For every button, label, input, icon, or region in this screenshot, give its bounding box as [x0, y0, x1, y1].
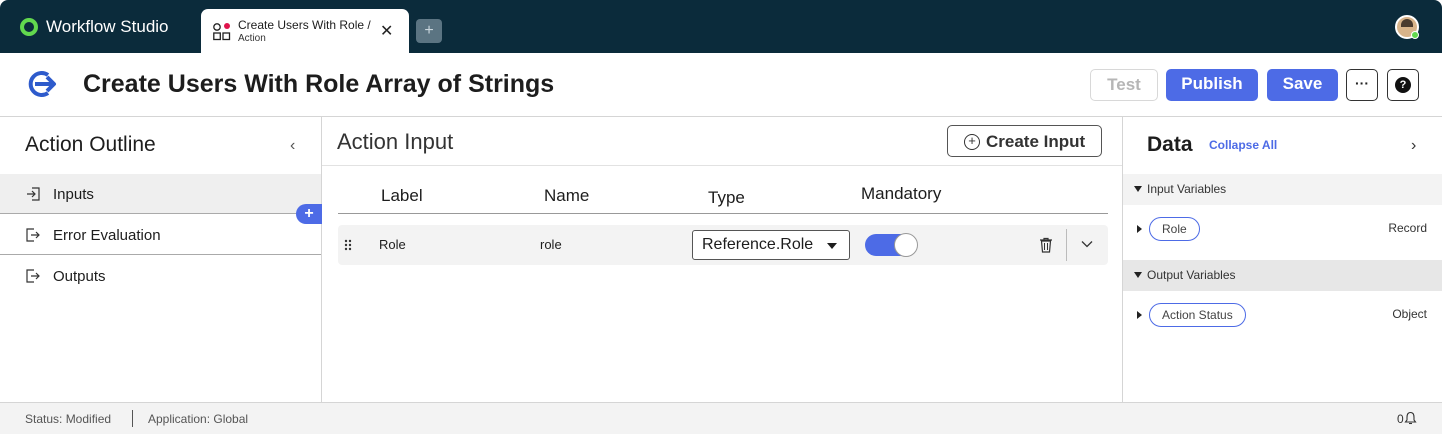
- divider: [322, 165, 1122, 166]
- tab-action[interactable]: Create Users With Role / Action ✕: [201, 9, 409, 53]
- column-header-name: Name: [544, 186, 590, 205]
- drag-handle-icon[interactable]: [344, 239, 352, 251]
- action-shapes-icon: [213, 23, 231, 41]
- help-button[interactable]: ?: [1387, 69, 1419, 101]
- column-header-label: Label: [381, 186, 423, 205]
- section-label: Input Variables: [1147, 182, 1227, 196]
- status-text: Status: Modified: [25, 412, 112, 426]
- close-icon[interactable]: ✕: [380, 21, 393, 41]
- table-row: Role role Reference.Role: [338, 225, 1108, 265]
- notification-count: 0: [1397, 412, 1404, 426]
- action-outline-panel: Action Outline ‹ Inputs Error Evaluation…: [0, 117, 322, 402]
- type-select-value: Reference.Role: [702, 236, 814, 253]
- variable-type: Object: [1392, 307, 1427, 321]
- variable-pill[interactable]: Role: [1149, 217, 1200, 241]
- page-header: Create Users With Role Array of Strings …: [0, 53, 1442, 117]
- top-bar: Workflow Studio Create Users With Role /…: [0, 0, 1442, 53]
- outline-item-inputs[interactable]: Inputs: [0, 174, 321, 214]
- save-button[interactable]: Save: [1267, 69, 1338, 101]
- add-step-button[interactable]: +: [296, 204, 322, 224]
- row-label: Role: [379, 237, 406, 252]
- data-title: Data: [1147, 133, 1193, 156]
- brand[interactable]: Workflow Studio: [20, 17, 169, 37]
- divider: [1066, 229, 1067, 261]
- action-input-panel: Action Input + Create Input Label Name T…: [322, 117, 1122, 402]
- application-text: Application: Global: [148, 412, 249, 426]
- outline-item-label: Inputs: [53, 186, 94, 203]
- type-select[interactable]: Reference.Role: [692, 230, 850, 260]
- variable-row[interactable]: Role Record: [1123, 215, 1442, 245]
- section-label: Output Variables: [1147, 268, 1236, 282]
- output-arrow-icon: [26, 228, 40, 242]
- more-options-button[interactable]: ···: [1346, 69, 1378, 101]
- collapse-all-link[interactable]: Collapse All: [1209, 138, 1277, 152]
- divider: [132, 410, 133, 427]
- brand-name: Workflow Studio: [46, 17, 169, 36]
- column-header-mandatory: Mandatory: [861, 184, 942, 203]
- chevron-down-icon[interactable]: [1081, 239, 1093, 249]
- output-variables-section[interactable]: Output Variables: [1123, 260, 1442, 291]
- action-arrow-icon: [28, 71, 56, 97]
- status-bar: Status: Modified Application: Global 0: [0, 402, 1442, 434]
- column-header-type: Type: [708, 188, 745, 207]
- tab-subtitle: Action: [238, 33, 266, 44]
- tab-title: Create Users With Role /: [238, 18, 371, 32]
- input-arrow-icon: [27, 187, 40, 201]
- toggle-knob: [894, 233, 918, 257]
- outline-item-outputs[interactable]: Outputs: [0, 256, 321, 296]
- row-name: role: [540, 237, 562, 252]
- online-status-icon: [1411, 31, 1419, 39]
- caret-down-icon: [1134, 272, 1142, 278]
- bell-icon[interactable]: [1404, 411, 1417, 425]
- variable-pill[interactable]: Action Status: [1149, 303, 1246, 327]
- trash-icon[interactable]: [1039, 237, 1053, 253]
- publish-button[interactable]: Publish: [1166, 69, 1258, 101]
- add-tab-button[interactable]: +: [416, 19, 442, 43]
- mandatory-toggle[interactable]: [865, 233, 918, 257]
- create-input-button[interactable]: + Create Input: [947, 125, 1102, 157]
- brand-logo-icon: [20, 18, 38, 36]
- caret-down-icon: [827, 243, 837, 249]
- create-input-label: Create Input: [986, 132, 1086, 151]
- collapse-right-chevron-icon[interactable]: ›: [1411, 137, 1416, 155]
- caret-right-icon[interactable]: [1137, 225, 1142, 233]
- help-icon: ?: [1395, 77, 1411, 93]
- variable-type: Record: [1388, 221, 1427, 235]
- outline-item-label: Error Evaluation: [53, 227, 161, 244]
- outline-title: Action Outline: [25, 133, 156, 156]
- divider: [338, 213, 1108, 214]
- page-title: Create Users With Role Array of Strings: [83, 70, 555, 98]
- variable-row[interactable]: Action Status Object: [1123, 301, 1442, 331]
- action-input-title: Action Input: [337, 129, 454, 154]
- outline-item-label: Outputs: [53, 268, 106, 285]
- caret-down-icon: [1134, 186, 1142, 192]
- data-panel: Data Collapse All › Input Variables Role…: [1122, 117, 1442, 402]
- plus-circle-icon: +: [964, 134, 980, 150]
- collapse-left-chevron-icon[interactable]: ‹: [290, 137, 295, 155]
- caret-right-icon[interactable]: [1137, 311, 1142, 319]
- test-button[interactable]: Test: [1090, 69, 1158, 101]
- output-arrow-icon: [26, 269, 40, 283]
- input-variables-section[interactable]: Input Variables: [1123, 174, 1442, 205]
- outline-item-error-evaluation[interactable]: Error Evaluation: [0, 215, 321, 255]
